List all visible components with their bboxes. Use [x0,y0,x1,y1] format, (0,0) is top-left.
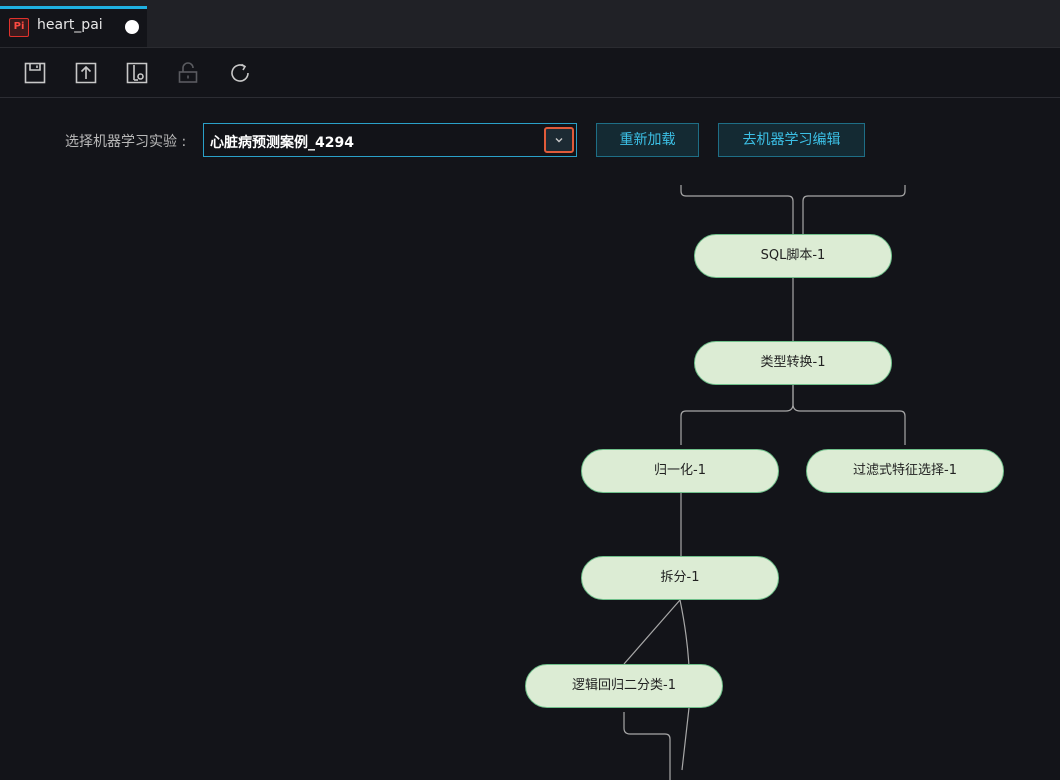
pai-file-icon: Pi [9,18,29,37]
node-feature-select[interactable]: 过滤式特征选择-1 [806,449,1004,493]
tab-title: heart_pai [37,17,103,33]
node-normalize[interactable]: 归一化-1 [581,449,779,493]
node-sql-script[interactable]: SQL脚本-1 [694,234,892,278]
refresh-icon[interactable] [228,61,252,85]
upload-icon[interactable] [74,61,98,85]
node-split[interactable]: 拆分-1 [581,556,779,600]
toolbar [0,48,1060,98]
node-type-convert[interactable]: 类型转换-1 [694,341,892,385]
deploy-icon[interactable] [125,61,149,85]
node-logistic-regression[interactable]: 逻辑回归二分类-1 [525,664,723,708]
workflow-canvas[interactable]: SQL脚本-1 类型转换-1 归一化-1 过滤式特征选择-1 拆分-1 逻辑回归… [0,98,1060,780]
unsaved-dot-icon[interactable] [125,20,139,34]
tab-bar: Pi heart_pai [0,0,1060,48]
save-icon[interactable] [23,61,47,85]
tab-heart-pai[interactable]: Pi heart_pai [0,6,147,47]
lock-icon [176,61,200,85]
